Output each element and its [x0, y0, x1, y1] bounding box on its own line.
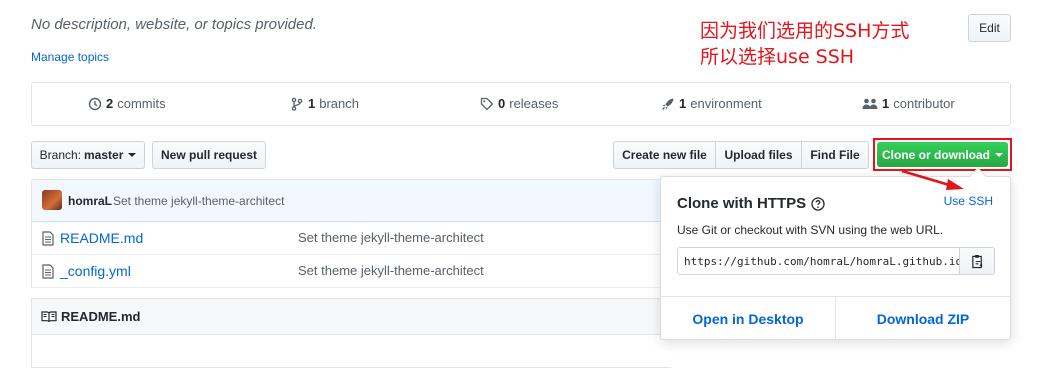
chevron-down-icon: [128, 153, 137, 157]
releases-label: releases: [509, 96, 559, 111]
commit-author[interactable]: homraL: [68, 194, 112, 208]
branches-label: branch: [319, 96, 359, 111]
clippy-icon: [971, 254, 982, 268]
upload-files-button[interactable]: Upload files: [715, 141, 802, 169]
create-new-file-button[interactable]: Create new file: [613, 141, 716, 169]
releases-count: 0: [498, 96, 506, 111]
file-icon: [42, 231, 54, 246]
file-icon: [42, 264, 54, 279]
find-file-button[interactable]: Find File: [801, 141, 869, 169]
clone-url-input[interactable]: https://github.com/homraL/homraL.github.…: [677, 247, 960, 275]
commits-count: 2: [106, 96, 114, 111]
environments-count: 1: [679, 96, 687, 111]
branch-prefix: Branch:: [39, 148, 81, 162]
rocket-icon: [662, 98, 674, 110]
branch-select-button[interactable]: Branch: master: [31, 141, 145, 169]
releases-link[interactable]: 0 releases: [480, 96, 558, 111]
git-branch-icon: [291, 97, 303, 111]
commits-label: commits: [117, 96, 166, 111]
popover-actions: Open in Desktop Download ZIP: [661, 296, 1010, 340]
file-list: homraL Set theme jekyll-theme-architect …: [31, 179, 671, 288]
latest-commit-bar: homraL Set theme jekyll-theme-architect: [32, 180, 671, 222]
commits-link[interactable]: 2 commits: [88, 96, 166, 111]
contributors-link[interactable]: 1 contributor: [862, 96, 955, 111]
book-icon: [41, 311, 57, 323]
popover-title: Clone with HTTPS: [677, 195, 825, 212]
question-icon[interactable]: [811, 196, 825, 211]
file-commit-message[interactable]: Set theme jekyll-theme-architect: [298, 263, 484, 278]
contributors-count: 1: [882, 96, 890, 111]
annotation-arrow-icon: [901, 169, 964, 190]
repo-description: No description, website, or topics provi…: [31, 16, 317, 33]
clone-label: Clone or download: [882, 147, 990, 162]
download-zip-button[interactable]: Download ZIP: [836, 297, 1010, 340]
clone-popover: Clone with HTTPS Use SSH Use Git or chec…: [660, 167, 1011, 340]
contributors-label: contributor: [893, 96, 955, 111]
annotation-text: 因为我们选用的SSH方式 所以选择use SSH: [700, 20, 910, 68]
environments-label: environment: [690, 96, 762, 111]
clone-highlight-box: Clone or download: [873, 138, 1012, 171]
file-name[interactable]: _config.yml: [60, 263, 131, 279]
numbers-summary: 2 commits 1 branch 0 releases 1 environm…: [31, 82, 1011, 126]
manage-topics-link[interactable]: Manage topics: [31, 50, 109, 64]
file-commit-message[interactable]: Set theme jekyll-theme-architect: [298, 230, 484, 245]
branches-link[interactable]: 1 branch: [290, 96, 359, 111]
table-row: README.md Set theme jekyll-theme-archite…: [32, 222, 671, 255]
clone-https-title: Clone with HTTPS: [677, 195, 807, 212]
readme-title: README.md: [61, 309, 141, 324]
table-row: _config.yml Set theme jekyll-theme-archi…: [32, 255, 671, 288]
open-in-desktop-button[interactable]: Open in Desktop: [661, 297, 836, 340]
branches-count: 1: [308, 96, 316, 111]
clone-or-download-button[interactable]: Clone or download: [877, 142, 1008, 167]
readme-box: README.md: [31, 298, 671, 368]
clone-url-group: https://github.com/homraL/homraL.github.…: [677, 247, 995, 275]
organization-icon: [862, 98, 878, 109]
tag-icon: [480, 97, 494, 110]
readme-header: README.md: [32, 299, 671, 335]
copy-to-clipboard-button[interactable]: [959, 247, 995, 275]
environments-link[interactable]: 1 environment: [661, 96, 762, 111]
commit-message[interactable]: Set theme jekyll-theme-architect: [113, 194, 284, 208]
use-ssh-link[interactable]: Use SSH: [944, 194, 993, 208]
file-actions-group: Create new file Upload files Find File: [613, 141, 869, 169]
chevron-down-icon: [995, 152, 1003, 157]
edit-button[interactable]: Edit: [968, 14, 1011, 42]
popover-description: Use Git or checkout with SVN using the w…: [677, 223, 944, 237]
file-name[interactable]: README.md: [60, 230, 143, 246]
new-pull-request-button[interactable]: New pull request: [152, 141, 266, 169]
avatar[interactable]: [42, 190, 62, 210]
history-icon: [88, 97, 102, 110]
branch-name: master: [84, 148, 124, 162]
